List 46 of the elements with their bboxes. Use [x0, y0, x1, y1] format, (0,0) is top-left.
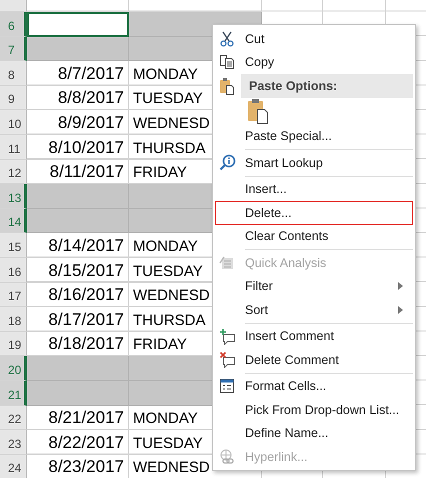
paste-icon[interactable]	[247, 98, 269, 124]
search-icon	[219, 154, 236, 172]
row-header[interactable]: 9	[0, 86, 27, 110]
copy-icon	[219, 54, 235, 70]
add-comment-icon	[219, 328, 236, 345]
quick-analysis-icon	[219, 254, 235, 271]
submenu-arrow-icon	[398, 282, 403, 290]
globe-link-icon	[219, 448, 235, 465]
row-header[interactable]: 12	[0, 160, 27, 184]
menu-item[interactable]: Format Cells...	[215, 374, 413, 398]
row-header[interactable]: 8	[0, 61, 27, 86]
clipboard-icon	[219, 76, 235, 95]
delete-comment-icon	[219, 351, 236, 368]
row-header[interactable]: 24	[0, 454, 27, 478]
scissors-icon	[219, 30, 235, 47]
submenu-arrow-icon	[398, 306, 403, 314]
row-header[interactable]: 13	[0, 184, 27, 209]
row-header[interactable]: 16	[0, 258, 27, 283]
table-cell: 8/15/2017	[27, 258, 129, 283]
row-header[interactable]: 19	[0, 332, 27, 356]
table-cell: 8/9/2017	[27, 110, 129, 135]
menu-item[interactable]: Cut	[215, 27, 413, 50]
table-cell: 8/21/2017	[27, 406, 129, 430]
row-header[interactable]: 14	[0, 208, 27, 234]
row-header[interactable]: 15	[0, 233, 27, 258]
row-header[interactable]: 18	[0, 307, 27, 332]
table-cell: 8/17/2017	[27, 307, 129, 332]
format-cells-icon	[219, 378, 235, 394]
row-header[interactable]: 11	[0, 134, 27, 160]
row-header[interactable]: 7	[0, 36, 27, 62]
table-cell: 8/10/2017	[27, 134, 129, 160]
table-cell: 8/22/2017	[27, 430, 129, 455]
table-cell: 8/16/2017	[27, 282, 129, 308]
row-header[interactable]: 21	[0, 380, 27, 406]
row-header[interactable]: 23	[0, 430, 27, 455]
row-header[interactable]: 6	[0, 12, 27, 37]
table-cell: 8/8/2017	[27, 86, 129, 110]
row-header[interactable]: 17	[0, 282, 27, 308]
table-cell: 8/23/2017	[27, 454, 129, 478]
row-header[interactable]: 10	[0, 110, 27, 135]
table-cell: 8/14/2017	[27, 233, 129, 258]
row-header[interactable]: 20	[0, 356, 27, 381]
table-cell: 8/7/2017	[27, 61, 129, 86]
row-header[interactable]: 22	[0, 406, 27, 430]
menu-section-header: Paste Options:	[241, 74, 413, 98]
menu-item[interactable]: Delete...	[215, 201, 413, 224]
